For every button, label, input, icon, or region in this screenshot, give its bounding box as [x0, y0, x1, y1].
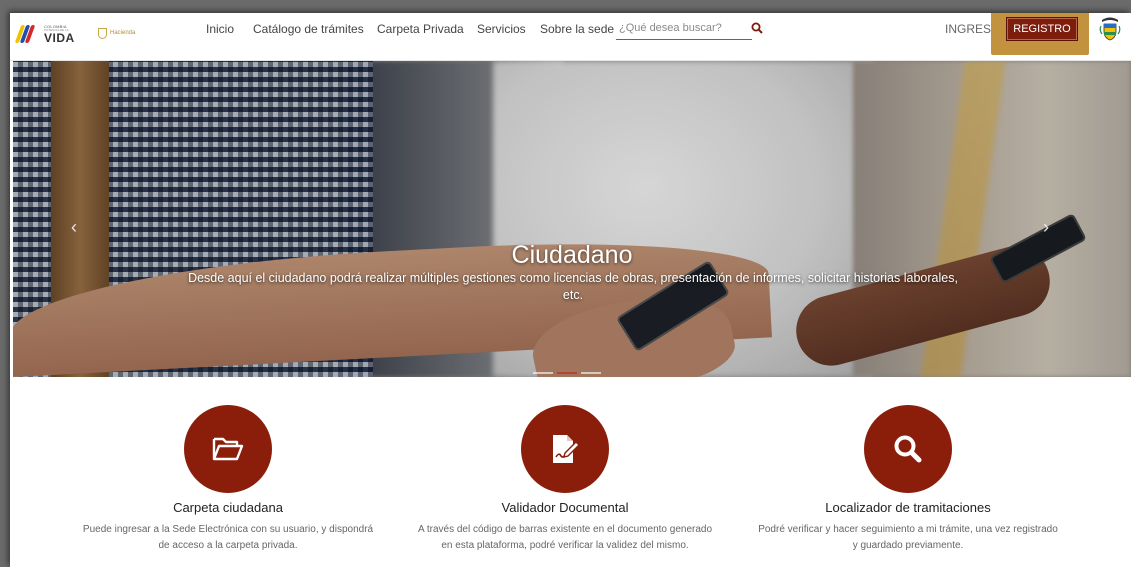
browser-page: COLOMBIA POTENCIA DE LA VIDA Hacienda In… — [10, 13, 1131, 567]
colombia-potencia-de-la-vida-logo[interactable]: COLOMBIA POTENCIA DE LA VIDA — [14, 16, 90, 52]
shield-icon — [98, 27, 107, 39]
folder-open-icon — [212, 437, 244, 461]
logo-mark-icon — [14, 23, 40, 45]
card-validador-documental[interactable]: Validador Documental A través del código… — [415, 405, 715, 551]
hero-title: Ciudadano — [511, 241, 633, 269]
card-description: Puede ingresar a la Sede Electrónica con… — [82, 524, 374, 551]
carousel-prev-arrow[interactable]: ‹ — [71, 217, 77, 238]
card-title: Carpeta ciudadana — [173, 500, 283, 515]
colombia-coat-of-arms-icon — [1099, 17, 1121, 41]
nav-item-sobre-la-sede[interactable]: Sobre la sede — [540, 22, 614, 36]
card-title: Validador Documental — [501, 500, 629, 515]
nav-item-catalogo-tramites[interactable]: Catálogo de trámites — [253, 22, 364, 36]
carousel-indicator-2[interactable] — [557, 372, 577, 374]
card-icon-circle[interactable] — [521, 405, 609, 493]
hero-carousel: ‹ › Ciudadano Desde aquí el ciudadano po… — [13, 61, 1131, 377]
registro-button[interactable]: REGISTRO — [1006, 17, 1078, 41]
card-description: Podré verificar y hacer seguimiento a mi… — [758, 524, 1058, 551]
card-icon-circle[interactable] — [864, 405, 952, 493]
nav-item-inicio[interactable]: Inicio — [206, 22, 234, 36]
card-title: Localizador de tramitaciones — [825, 500, 991, 515]
search-icon[interactable] — [751, 22, 763, 34]
card-icon-circle[interactable] — [184, 405, 272, 493]
carousel-indicator-1[interactable] — [533, 372, 553, 374]
nav-item-servicios[interactable]: Servicios — [477, 22, 526, 36]
hacienda-logo[interactable]: Hacienda — [98, 22, 135, 44]
top-navigation-bar: COLOMBIA POTENCIA DE LA VIDA Hacienda In… — [10, 13, 1131, 61]
card-localizador-tramitaciones[interactable]: Localizador de tramitaciones Podré verif… — [758, 405, 1058, 551]
hero-subtitle: Desde aquí el ciudadano podrá realizar m… — [188, 271, 958, 302]
logo-main-text: VIDA — [44, 30, 75, 45]
hacienda-logo-text: Hacienda — [110, 30, 136, 36]
card-description: A través del código de barras existente … — [417, 524, 713, 551]
search-input[interactable] — [616, 18, 736, 38]
search-box — [616, 18, 752, 40]
carousel-indicators — [533, 372, 601, 374]
document-sign-icon — [553, 435, 580, 463]
nav-item-carpeta-privada[interactable]: Carpeta Privada — [377, 22, 464, 36]
card-carpeta-ciudadana[interactable]: Carpeta ciudadana Puede ingresar a la Se… — [78, 405, 378, 551]
carousel-indicator-3[interactable] — [581, 372, 601, 374]
carousel-next-arrow[interactable]: › — [1043, 217, 1049, 238]
search-icon — [894, 435, 922, 463]
